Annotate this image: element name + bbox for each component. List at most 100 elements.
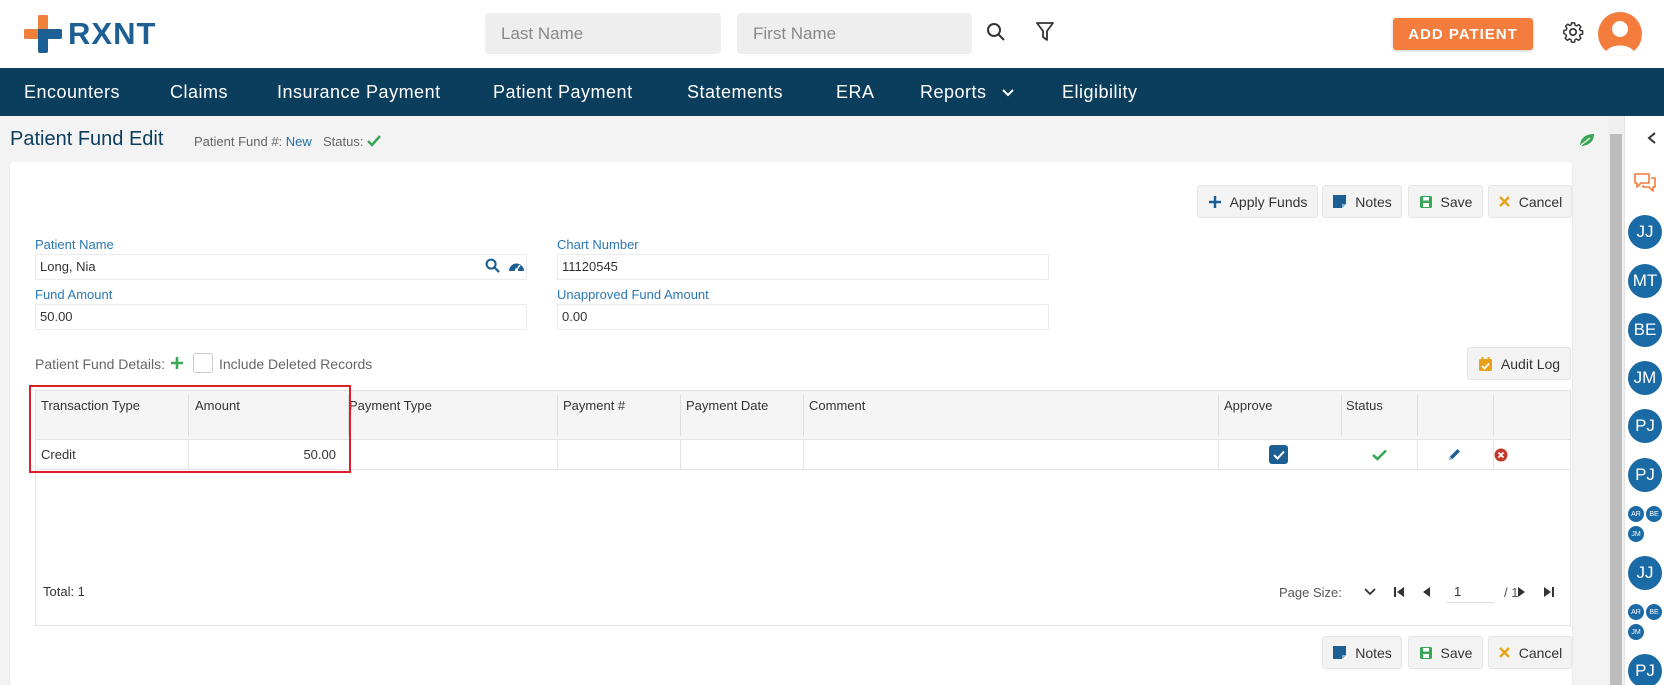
notes-button[interactable]: Notes	[1322, 185, 1402, 218]
logo-cross-icon	[24, 15, 62, 53]
nav-patient-payment[interactable]: Patient Payment	[493, 68, 633, 116]
group-avatar[interactable]: BE	[1646, 506, 1662, 522]
col-payment-number[interactable]: Payment #	[563, 397, 625, 414]
page-size-label: Page Size:	[1279, 585, 1342, 600]
fund-amount-field[interactable]: 50.00	[35, 304, 527, 330]
first-page-icon[interactable]	[1391, 584, 1407, 600]
side-avatar[interactable]: PJ	[1628, 458, 1662, 492]
leaf-icon[interactable]	[1578, 132, 1596, 148]
audit-log-button[interactable]: Audit Log	[1467, 347, 1571, 380]
col-status[interactable]: Status	[1346, 397, 1383, 414]
scrollbar-thumb[interactable]	[1610, 134, 1622, 685]
chart-number-field[interactable]: 11120545	[557, 254, 1049, 280]
first-name-input[interactable]	[737, 13, 972, 54]
include-deleted-label: Include Deleted Records	[219, 356, 373, 372]
grid-total: Total: 1	[43, 584, 85, 599]
cancel-button-bottom[interactable]: Cancel	[1488, 636, 1572, 669]
dashboard-icon[interactable]	[508, 259, 526, 275]
side-avatar[interactable]: PJ	[1628, 654, 1662, 685]
save-button[interactable]: Save	[1408, 185, 1483, 218]
grid-header: Transaction Type Amount Payment Type Pay…	[36, 391, 1570, 440]
group-avatar[interactable]: BE	[1646, 604, 1662, 620]
fund-number: Patient Fund #: New	[194, 134, 312, 149]
row-status-check-icon	[1372, 448, 1388, 462]
include-deleted-checkbox[interactable]	[193, 353, 213, 373]
cell-transaction-type: Credit	[41, 447, 76, 462]
nav-insurance-payment[interactable]: Insurance Payment	[277, 68, 441, 116]
add-patient-button[interactable]: ADD PATIENT	[1393, 18, 1533, 50]
delete-icon[interactable]	[1494, 448, 1508, 462]
last-page-icon[interactable]	[1541, 584, 1557, 600]
add-detail-icon[interactable]	[170, 356, 184, 370]
nav-statements[interactable]: Statements	[687, 68, 783, 116]
apply-funds-button[interactable]: Apply Funds	[1197, 185, 1318, 218]
unapproved-fund-label: Unapproved Fund Amount	[557, 287, 709, 302]
note-icon	[1332, 194, 1347, 209]
logo-text: RXNT	[68, 16, 157, 51]
group-avatar[interactable]: AR	[1628, 506, 1644, 522]
side-avatar[interactable]: JM	[1628, 361, 1662, 395]
fund-details-label: Patient Fund Details:	[35, 356, 165, 372]
nav-reports[interactable]: Reports	[920, 68, 1014, 116]
last-name-input[interactable]	[485, 13, 721, 54]
patient-name-field[interactable]: Long, Nia	[35, 254, 527, 280]
nav-eligibility[interactable]: Eligibility	[1062, 68, 1138, 116]
side-avatar[interactable]: BE	[1628, 313, 1662, 347]
side-avatar[interactable]: JJ	[1628, 556, 1662, 590]
search-icon[interactable]	[985, 21, 1007, 43]
fund-number-label: Patient Fund #:	[194, 134, 283, 149]
rxnt-logo[interactable]: RXNT	[24, 14, 156, 54]
notes-label-bottom: Notes	[1355, 644, 1392, 661]
chart-number-value: 11120545	[562, 259, 618, 274]
notes-label: Notes	[1355, 193, 1392, 210]
page-size-dropdown-icon[interactable]	[1362, 584, 1378, 600]
gear-icon[interactable]	[1561, 20, 1585, 44]
close-icon	[1498, 195, 1511, 208]
side-avatar[interactable]: PJ	[1628, 409, 1662, 443]
col-comment[interactable]: Comment	[809, 397, 865, 414]
save-icon	[1419, 646, 1433, 660]
patient-name-label: Patient Name	[35, 237, 114, 252]
fund-number-value: New	[285, 134, 312, 149]
note-icon	[1332, 645, 1347, 660]
side-panel: JJ MT BE JM PJ PJ AR BE JM JJ AR BE JM P…	[1624, 116, 1664, 685]
status: Status:	[323, 134, 382, 149]
prev-page-icon[interactable]	[1418, 584, 1434, 600]
save-button-bottom[interactable]: Save	[1408, 636, 1483, 669]
col-approve[interactable]: Approve	[1224, 397, 1272, 414]
next-page-icon[interactable]	[1514, 584, 1530, 600]
status-check-icon	[367, 135, 382, 147]
nav-era[interactable]: ERA	[836, 68, 875, 116]
user-avatar[interactable]	[1598, 12, 1642, 56]
save-label-bottom: Save	[1440, 644, 1473, 661]
nav-encounters[interactable]: Encounters	[24, 68, 120, 116]
chevron-down-icon	[1002, 89, 1014, 97]
audit-log-label: Audit Log	[1500, 355, 1561, 372]
page-number-input[interactable]	[1446, 581, 1494, 603]
checkmark-icon	[1272, 450, 1285, 460]
table-row[interactable]: Credit 50.00	[36, 440, 1570, 470]
patient-search-icon[interactable]	[485, 258, 501, 274]
approve-checkbox[interactable]	[1269, 445, 1288, 464]
main-nav: Encounters Claims Insurance Payment Pati…	[0, 68, 1664, 116]
save-label: Save	[1440, 193, 1473, 210]
col-transaction-type[interactable]: Transaction Type	[41, 397, 161, 414]
unapproved-fund-value: 0.00	[562, 309, 588, 324]
filter-icon[interactable]	[1034, 21, 1056, 43]
cancel-button[interactable]: Cancel	[1488, 185, 1572, 218]
group-avatar[interactable]: AR	[1628, 604, 1644, 620]
group-avatar[interactable]: JM	[1628, 526, 1644, 542]
side-avatar[interactable]: JJ	[1628, 215, 1662, 249]
col-amount[interactable]: Amount	[195, 397, 240, 414]
group-avatar[interactable]: JM	[1628, 624, 1644, 640]
fund-amount-value: 50.00	[40, 309, 73, 324]
nav-claims[interactable]: Claims	[170, 68, 228, 116]
edit-pencil-icon[interactable]	[1447, 447, 1463, 463]
top-header: RXNT ADD PATIENT	[0, 0, 1664, 68]
col-payment-type[interactable]: Payment Type	[349, 397, 432, 414]
notes-button-bottom[interactable]: Notes	[1322, 636, 1402, 669]
side-avatar[interactable]: MT	[1628, 264, 1662, 298]
col-payment-date[interactable]: Payment Date	[686, 397, 768, 414]
collapse-chevron-icon[interactable]	[1647, 131, 1659, 144]
chat-bubbles-icon[interactable]	[1633, 172, 1657, 194]
